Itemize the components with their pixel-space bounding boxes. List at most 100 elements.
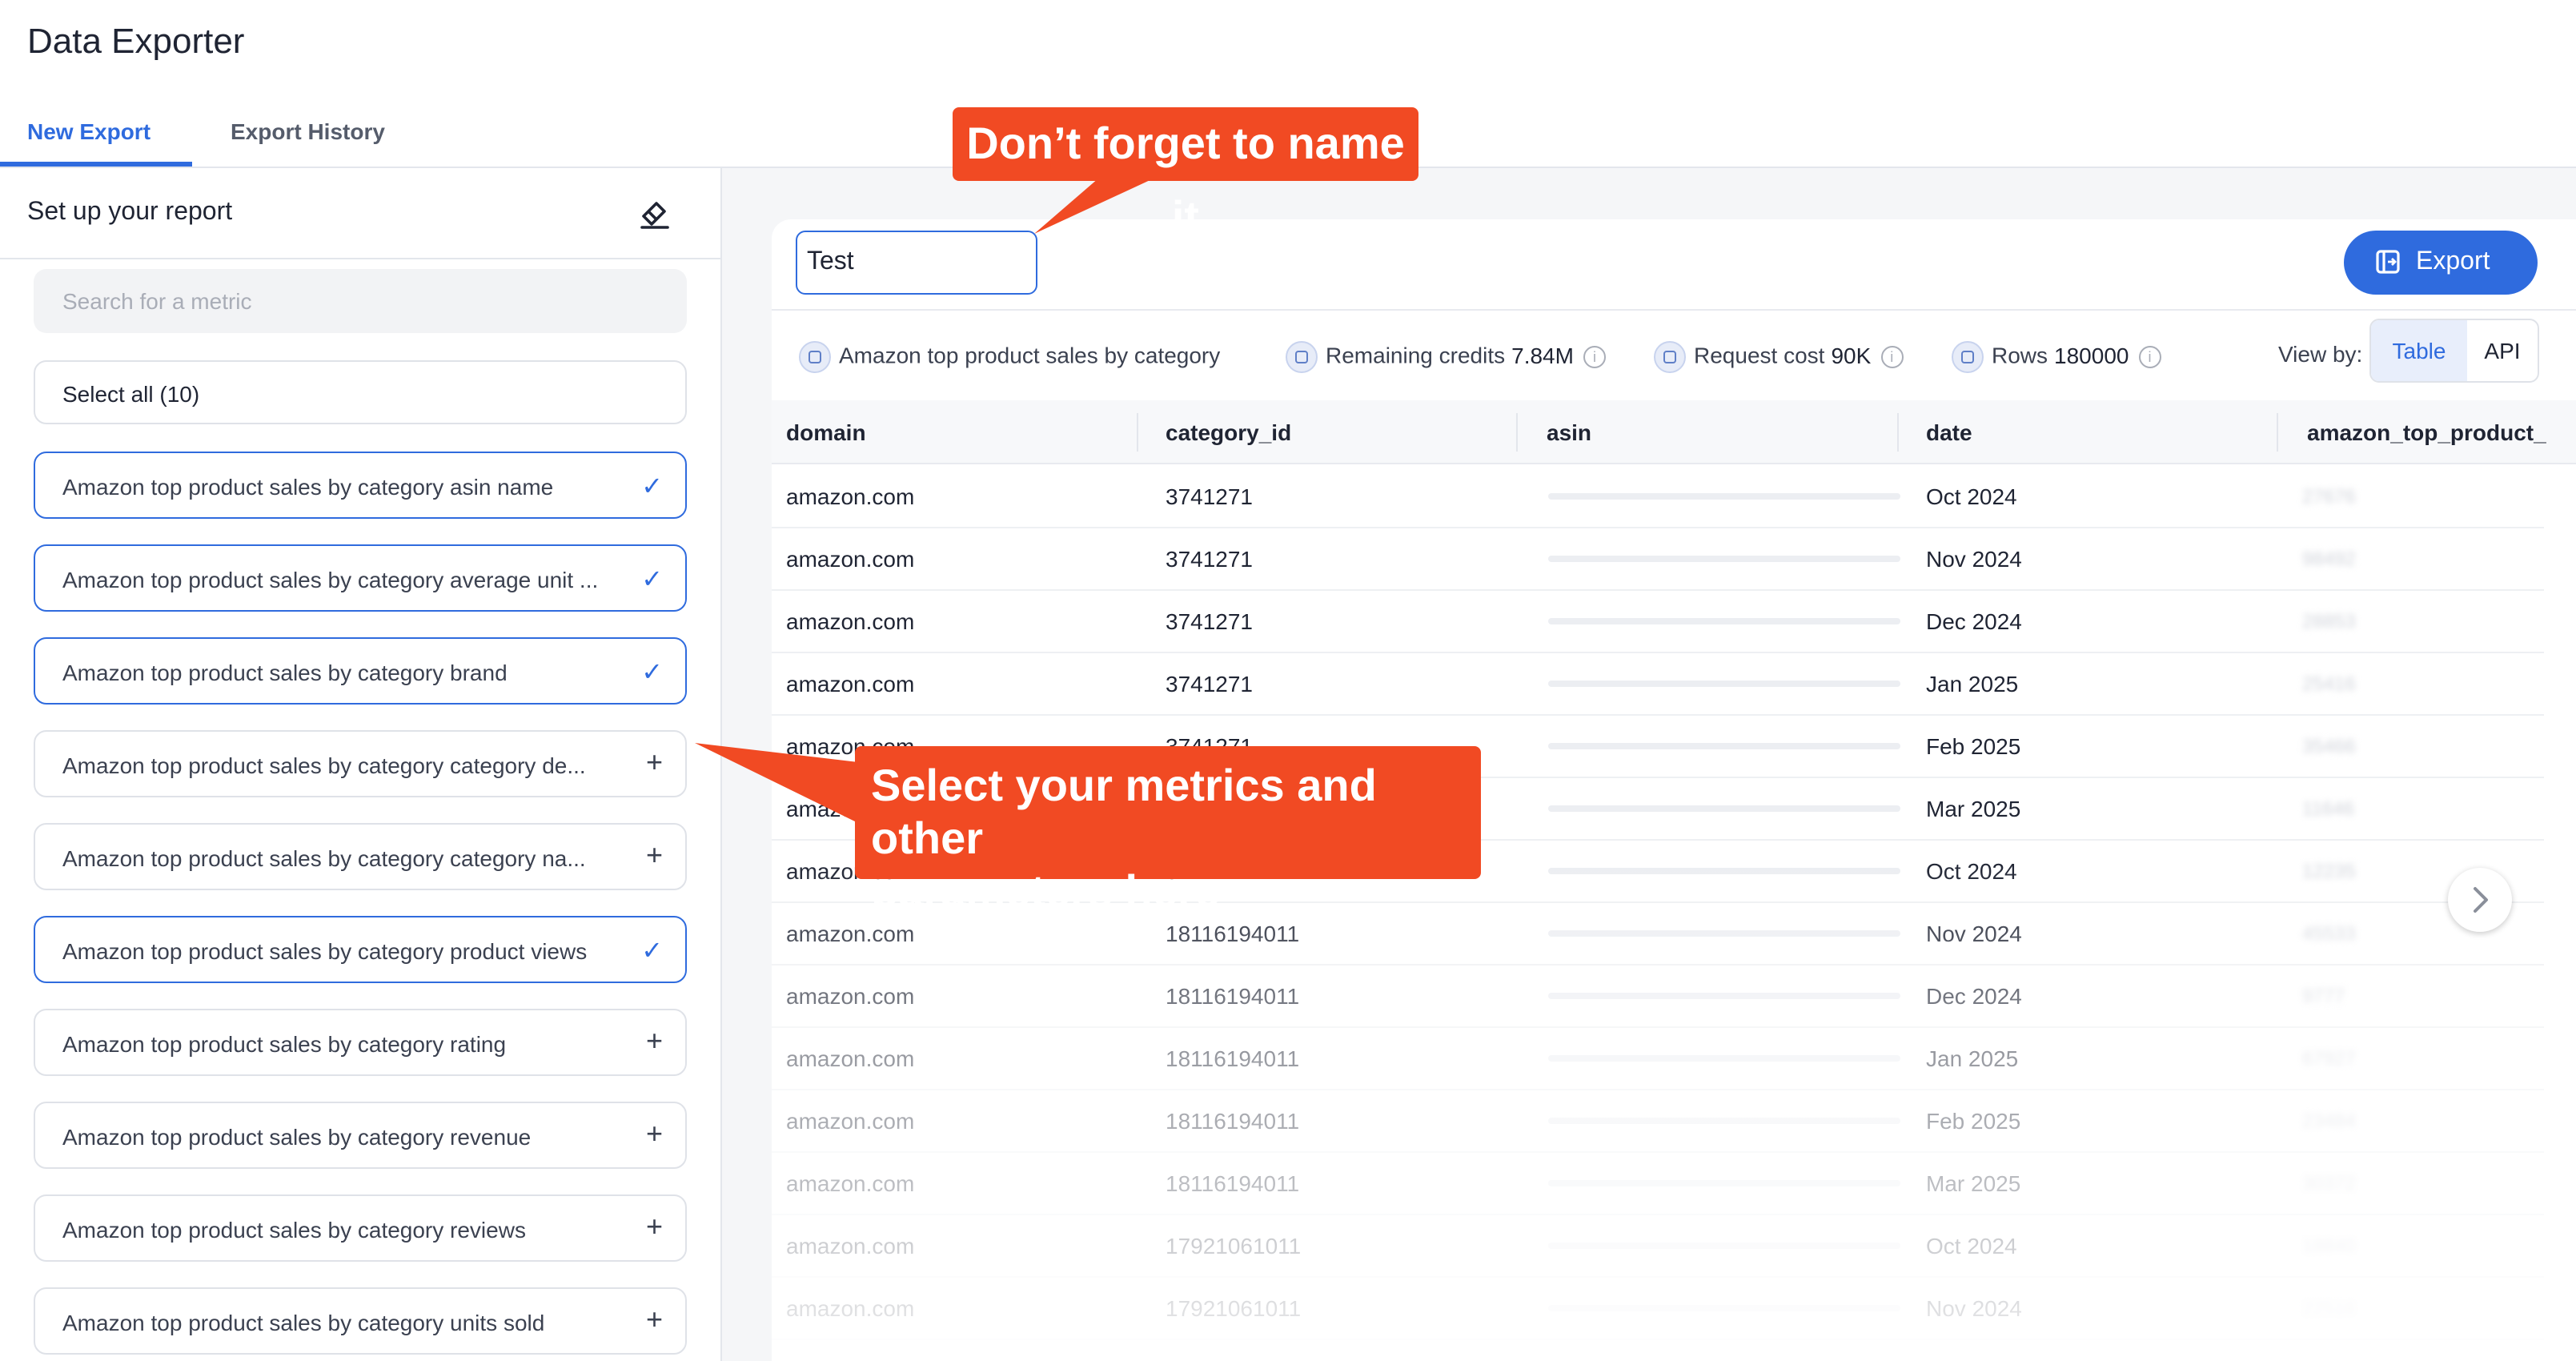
table-cell: amazon.com [786,484,915,509]
table-cell: Nov 2024 [1926,921,2022,946]
table-cell: amazon.com [786,608,915,634]
check-icon: ✓ [641,938,663,966]
export-name-input[interactable] [796,231,1037,295]
metric-item[interactable]: Amazon top product sales by category pro… [34,916,687,983]
table-cell: Feb 2025 [1926,733,2021,759]
table-cell: Dec 2024 [1926,983,2022,1009]
view-table-button[interactable]: Table [2371,320,2467,381]
blurred-value: 25416 [2302,672,2356,695]
plus-icon: + [645,1210,663,1243]
table-row: amazon.com 3741271 Jan 2025 25416 [772,652,2544,716]
column-header-category-id: category_id [1166,420,1292,445]
dataset-info: Amazon top product sales by category [799,341,1220,373]
eraser-icon[interactable] [637,195,672,231]
metric-item[interactable]: Amazon top product sales by category asi… [34,452,687,519]
dataset-name: Amazon top product sales by category [839,342,1221,368]
asin-placeholder-bar [1548,1118,1900,1124]
cost-info-icon[interactable]: i [1880,346,1904,368]
table-cell: 17921061011 [1166,1233,1302,1259]
metric-item-label: Amazon top product sales by category cat… [62,845,586,871]
table-cell: Jan 2025 [1926,671,2019,697]
metric-item-label: Amazon top product sales by category uni… [62,1310,545,1335]
cost-label: Request cost [1694,342,1825,368]
tab-export-history[interactable]: Export History [231,118,385,144]
table-row: amazon.com 17921061011 Nov 2024 22516 [772,1276,2544,1340]
table-cell: amazon.com [786,1170,915,1196]
callout-arrow [695,743,858,823]
credits-info: Remaining credits 7.84M i [1286,341,1606,373]
table-cell: 3741271 [1166,546,1254,572]
metric-item[interactable]: Amazon top product sales by category cat… [34,823,687,890]
credits-info-icon[interactable]: i [1583,346,1606,368]
cost-value: 90K [1831,342,1872,368]
table-cell: Oct 2024 [1926,858,2017,884]
metrics-hint-line1: Select your metrics and other [871,761,1377,863]
blurred-value: 9777 [2302,985,2345,1007]
column-header-date: date [1926,420,1972,445]
scroll-right-button[interactable] [2448,868,2512,932]
cost-info: Request cost 90K i [1654,341,1904,373]
active-tab-indicator [0,162,192,167]
rows-label: Rows [1992,342,2048,368]
metric-item-label: Amazon top product sales by category rev… [62,1124,532,1150]
table-cell: Jan 2025 [1926,1046,2019,1071]
plus-icon: + [645,839,663,871]
asin-placeholder-bar [1548,1180,1900,1186]
table-cell: Feb 2025 [1926,1108,2021,1134]
metric-item[interactable]: Amazon top product sales by category rev… [34,1102,687,1169]
tab-new-export[interactable]: New Export [27,118,150,144]
cost-icon [1654,341,1686,373]
table-cell: amazon.com [786,1108,915,1134]
blurred-value: 23484 [2302,1110,2356,1132]
select-all-button[interactable]: Select all (10) [34,360,687,424]
asin-placeholder-bar [1548,930,1900,937]
metric-item[interactable]: Amazon top product sales by category ave… [34,544,687,612]
metric-item-label: Amazon top product sales by category cat… [62,753,586,778]
blurred-value: 12235 [2302,860,2356,882]
plus-icon: + [645,1025,663,1057]
chevron-right-icon [2474,887,2488,913]
metric-item-label: Amazon top product sales by category pro… [62,938,588,964]
metric-item[interactable]: Amazon top product sales by category rev… [34,1194,687,1262]
blurred-value: 27676 [2302,485,2356,508]
metric-search-input[interactable] [34,269,687,333]
blurred-value: 11646 [2302,797,2354,820]
column-header-amazon-top-product: amazon_top_product_ [2307,420,2546,445]
asin-placeholder-bar [1548,1305,1900,1311]
metric-item[interactable]: Amazon top product sales by category cat… [34,730,687,797]
table-cell: Mar 2025 [1926,796,2021,821]
plus-icon: + [645,1118,663,1150]
table-cell: Dec 2024 [1926,608,2022,634]
metric-item[interactable]: Amazon top product sales by category bra… [34,637,687,705]
table-cell: 17921061011 [1166,1295,1302,1321]
asin-placeholder-bar [1548,493,1900,500]
metric-item[interactable]: Amazon top product sales by category uni… [34,1287,687,1355]
credits-value: 7.84M [1511,342,1574,368]
callout-arrow [1034,173,1166,234]
credits-label: Remaining credits [1326,342,1506,368]
metrics-hint-callout: Select your metrics and other parameters… [855,746,1481,916]
blurred-value: 22516 [2302,1297,2356,1319]
export-icon [2376,250,2400,274]
export-button[interactable]: Export [2344,231,2538,295]
setup-header: Set up your report [0,168,720,259]
view-by-label: View by: [2278,341,2363,367]
rows-info: Rows 180000 i [1952,341,2161,373]
blurred-value: 98492 [2302,548,2356,570]
column-separator [1516,413,1518,452]
view-api-button[interactable]: API [2467,320,2538,381]
metric-item-label: Amazon top product sales by category rat… [62,1031,507,1057]
table-header: domain category_id asin date amazon_top_… [772,400,2576,464]
metric-item[interactable]: Amazon top product sales by category rat… [34,1009,687,1076]
rows-info-icon[interactable]: i [2138,346,2161,368]
rows-value: 180000 [2054,342,2129,368]
metrics-hint-line2: parameters here [871,866,1220,916]
table-row: amazon.com 18116194011 Dec 2024 9777 [772,964,2544,1028]
blurred-value: 67927 [2302,1047,2356,1070]
table-cell: 18116194011 [1166,1108,1300,1134]
table-cell: Nov 2024 [1926,1295,2022,1321]
metric-item-label: Amazon top product sales by category ave… [62,567,599,592]
table-cell: Mar 2025 [1926,1170,2021,1196]
metric-item-label: Amazon top product sales by category asi… [62,474,554,500]
table-cell: amazon.com [786,983,915,1009]
